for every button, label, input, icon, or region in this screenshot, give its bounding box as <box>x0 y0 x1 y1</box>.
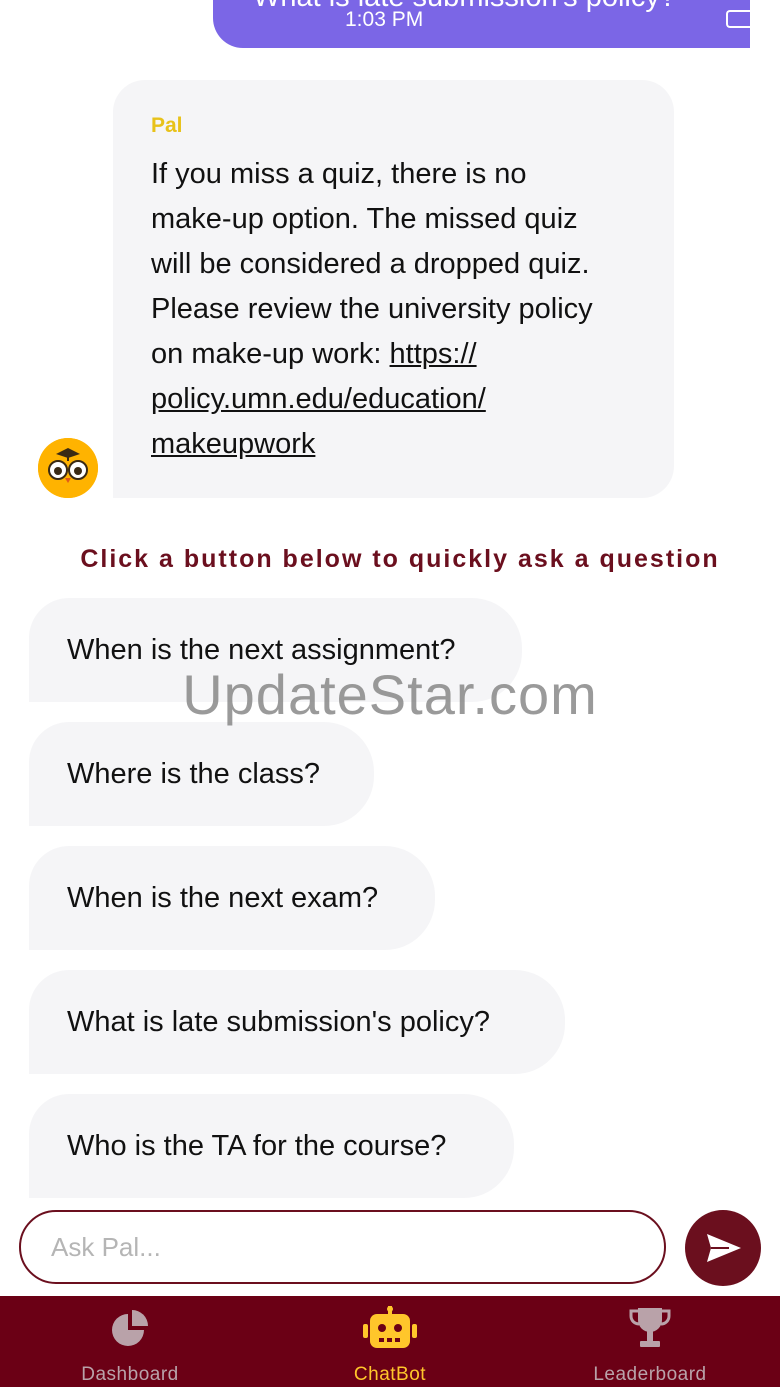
owl-avatar-icon <box>38 438 98 498</box>
quick-question-prompt: Click a button below to quickly ask a qu… <box>80 545 720 573</box>
quick-button-late-policy[interactable]: What is late submission's policy? <box>29 970 565 1074</box>
bot-text-line: Please review the university policy <box>151 293 593 325</box>
quick-button-next-exam[interactable]: When is the next exam? <box>29 846 435 950</box>
bot-text-line: on make-up work: https:// <box>151 338 477 370</box>
tab-leaderboard[interactable]: Leaderboard <box>550 1296 750 1387</box>
watermark: UpdateStar.com <box>182 663 598 726</box>
pie-chart-icon <box>112 1310 148 1346</box>
tab-dashboard[interactable]: Dashboard <box>30 1296 230 1387</box>
trophy-icon <box>629 1308 671 1347</box>
read-receipt-icon <box>726 10 750 28</box>
quick-button-ta[interactable]: Who is the TA for the course? <box>29 1094 514 1198</box>
tab-label: Dashboard <box>81 1364 179 1385</box>
send-button[interactable] <box>685 1210 761 1286</box>
user-message-bubble: What is late submission's policy? 1:03 P… <box>213 0 750 48</box>
bot-text-line: will be considered a dropped quiz. <box>151 248 590 280</box>
bot-message-text: If you miss a quiz, there is no make-up … <box>151 152 651 467</box>
chat-input-placeholder: Ask Pal... <box>51 1232 161 1262</box>
bot-message-bubble: Pal If you miss a quiz, there is no make… <box>113 80 674 498</box>
send-icon <box>707 1234 741 1262</box>
tab-label: Leaderboard <box>593 1364 707 1385</box>
policy-link[interactable]: https:// <box>390 338 477 370</box>
bot-text-line: If you miss a quiz, there is no <box>151 158 527 190</box>
bottom-tab-bar: Dashboard ChatBot Leaderboard <box>0 1296 780 1387</box>
user-message-text: What is late submission's policy? <box>253 0 676 14</box>
tab-label: ChatBot <box>353 1364 427 1385</box>
user-message-time: 1:03 PM <box>345 8 424 31</box>
bot-sender-name: Pal <box>151 114 183 137</box>
policy-link[interactable]: policy.umn.edu/education/ <box>151 383 486 415</box>
bot-text-line: make-up option. The missed quiz <box>151 203 578 235</box>
chat-input[interactable]: Ask Pal... <box>19 1210 666 1284</box>
policy-link[interactable]: makeupwork <box>151 428 315 460</box>
robot-icon <box>363 1306 417 1348</box>
tab-chatbot[interactable]: ChatBot <box>290 1296 490 1387</box>
quick-button-class-location[interactable]: Where is the class? <box>29 722 374 826</box>
